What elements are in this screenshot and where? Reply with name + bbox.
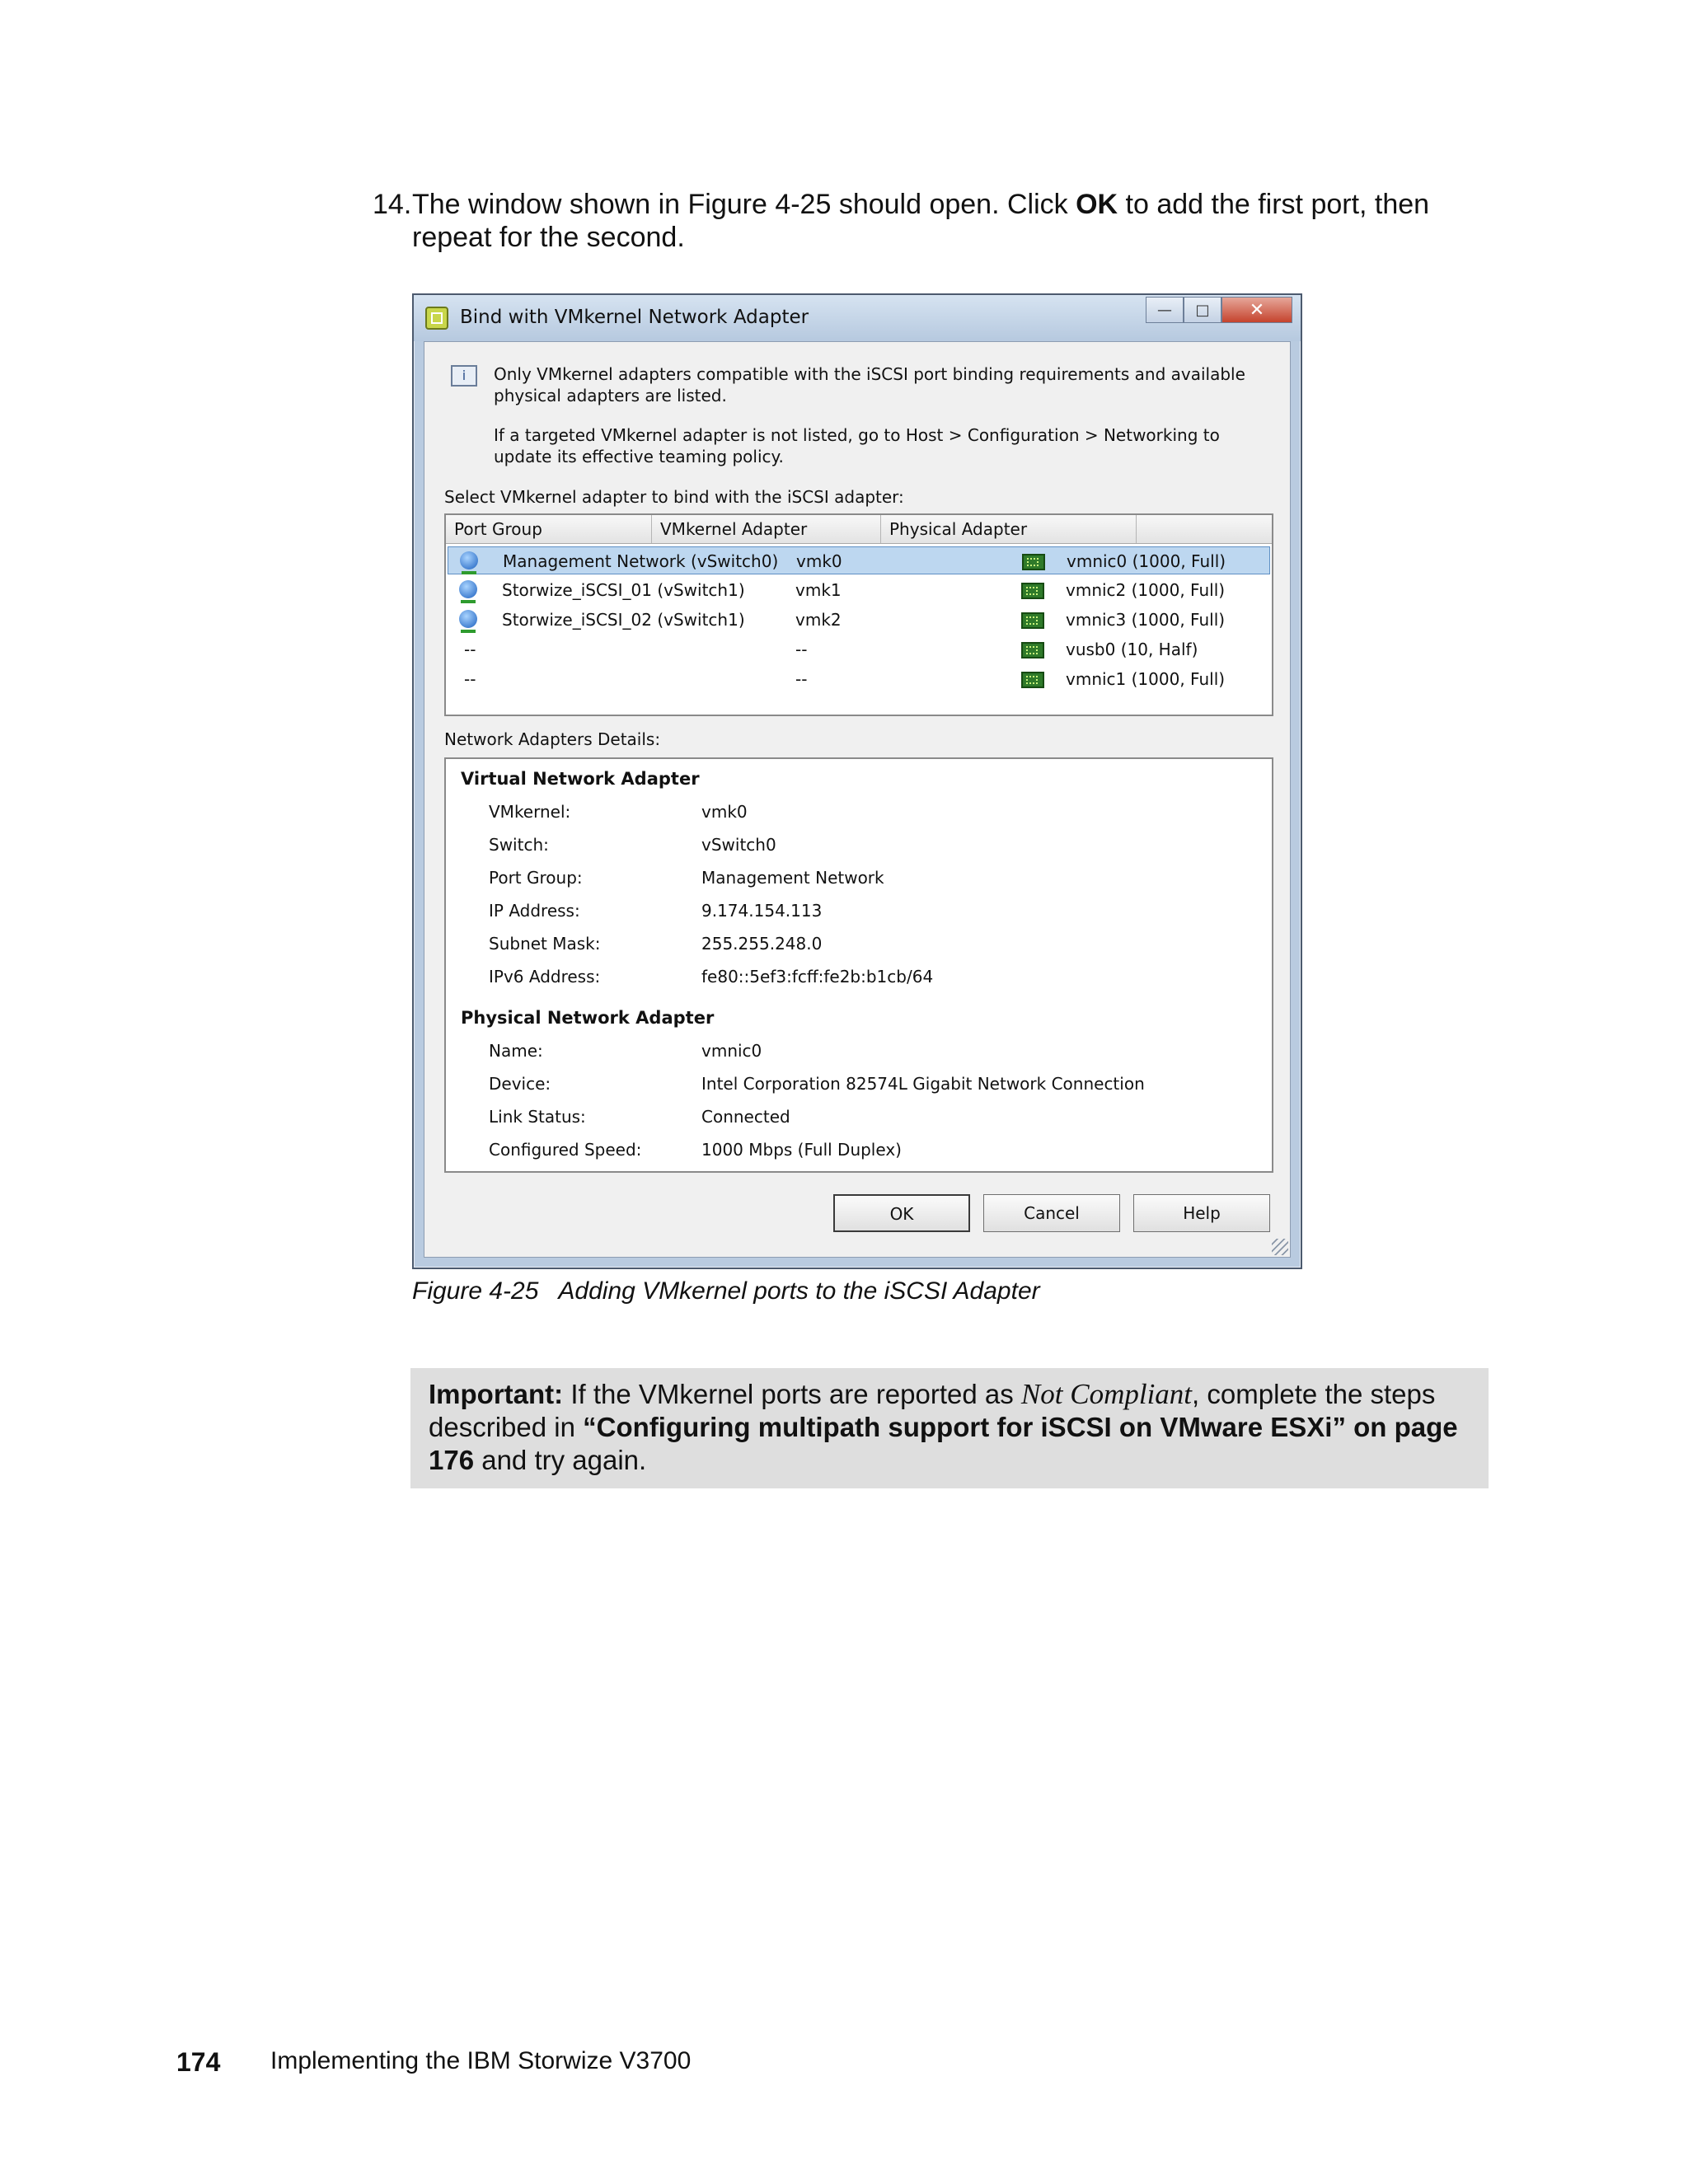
detail-label: VMkernel: (489, 802, 571, 822)
detail-value: Management Network (701, 868, 884, 888)
important-label: Important: (429, 1379, 564, 1409)
adapter-table: Port Group VMkernel Adapter Physical Ada… (444, 513, 1273, 716)
port-group-icon (459, 580, 477, 603)
detail-label: Link Status: (489, 1107, 586, 1127)
physical-adapter-cell: vmnic2 (1000, Full) (1066, 580, 1226, 600)
figure-caption: Figure 4-25 Adding VMkernel ports to the … (412, 1277, 1040, 1305)
dialog-body: i Only VMkernel adapters compatible with… (424, 341, 1291, 1258)
port-group-cell: Storwize_iSCSI_02 (vSwitch1) (502, 610, 745, 630)
important-note: Important: If the VMkernel ports are rep… (410, 1368, 1489, 1488)
table-header: Port Group VMkernel Adapter Physical Ada… (446, 515, 1272, 544)
port-group-cell: Storwize_iSCSI_01 (vSwitch1) (502, 580, 745, 600)
vmkernel-cell: -- (795, 669, 808, 689)
nic-icon (1021, 672, 1044, 688)
detail-value: vSwitch0 (701, 835, 776, 855)
maximize-button[interactable]: □ (1184, 297, 1221, 323)
physical-adapter-cell: vmnic0 (1000, Full) (1067, 551, 1226, 571)
physical-adapter-cell: vmnic3 (1000, Full) (1066, 610, 1226, 630)
step-14: 14. The window shown in Figure 4-25 shou… (373, 188, 1510, 254)
select-adapter-label: Select VMkernel adapter to bind with the… (444, 487, 904, 507)
detail-value: fe80::5ef3:fcff:fe2b:b1cb/64 (701, 967, 934, 987)
details-label: Network Adapters Details: (444, 729, 661, 749)
vmkernel-cell: -- (795, 640, 808, 659)
table-row[interactable]: Storwize_iSCSI_01 (vSwitch1) vmk1 vmnic2… (448, 576, 1270, 604)
nic-icon (1022, 554, 1045, 570)
table-row[interactable]: -- -- vusb0 (10, Half) (448, 635, 1270, 663)
title-bar[interactable]: Bind with VMkernel Network Adapter — □ ✕ (414, 295, 1301, 341)
detail-label: IPv6 Address: (489, 967, 601, 987)
vmkernel-cell: vmk2 (795, 610, 842, 630)
vsphere-app-icon (425, 307, 448, 330)
port-group-cell: -- (464, 640, 476, 659)
detail-value: 9.174.154.113 (701, 901, 823, 921)
nic-icon (1021, 642, 1044, 658)
detail-label: Port Group: (489, 868, 583, 888)
table-row[interactable]: Management Network (vSwitch0) vmk0 vmnic… (448, 546, 1270, 574)
cancel-button[interactable]: Cancel (983, 1194, 1120, 1232)
physical-adapter-cell: vmnic1 (1000, Full) (1066, 669, 1226, 689)
detail-label: Name: (489, 1041, 543, 1061)
detail-label: Device: (489, 1074, 551, 1094)
dialog-title: Bind with VMkernel Network Adapter (460, 307, 809, 328)
nic-icon (1021, 612, 1044, 629)
figure-number: Figure 4-25 (412, 1277, 539, 1305)
vmkernel-cell: vmk0 (796, 551, 842, 571)
detail-label: Configured Speed: (489, 1140, 642, 1160)
adapter-details-panel: Virtual Network Adapter VMkernel: vmk0 S… (444, 757, 1273, 1173)
window-controls: — □ ✕ (1146, 297, 1292, 325)
virtual-adapter-heading: Virtual Network Adapter (461, 769, 700, 789)
minimize-button[interactable]: — (1146, 297, 1184, 323)
detail-value: vmk0 (701, 802, 748, 822)
physical-adapter-heading: Physical Network Adapter (461, 1008, 715, 1028)
close-button[interactable]: ✕ (1221, 297, 1292, 323)
port-group-icon (459, 610, 477, 633)
info-text-compatible: Only VMkernel adapters compatible with t… (494, 364, 1245, 405)
detail-value: 1000 Mbps (Full Duplex) (701, 1140, 902, 1160)
table-row[interactable]: Storwize_iSCSI_02 (vSwitch1) vmk2 vmnic3… (448, 606, 1270, 634)
column-physical-adapter[interactable]: Physical Adapter (881, 515, 1137, 543)
port-group-cell: Management Network (vSwitch0) (503, 551, 779, 571)
ok-button[interactable]: OK (833, 1194, 970, 1232)
info-icon: i (451, 365, 477, 387)
port-group-icon (460, 551, 478, 574)
ok-emphasis: OK (1076, 189, 1118, 220)
column-port-group[interactable]: Port Group (446, 515, 652, 543)
detail-label: IP Address: (489, 901, 580, 921)
book-title: Implementing the IBM Storwize V3700 (270, 2047, 692, 2074)
column-vmkernel-adapter[interactable]: VMkernel Adapter (652, 515, 881, 543)
detail-label: Subnet Mask: (489, 934, 601, 954)
figure-title: Adding VMkernel ports to the iSCSI Adapt… (558, 1277, 1040, 1305)
nic-icon (1021, 583, 1044, 599)
not-compliant-term: Not Compliant (1020, 1378, 1193, 1410)
help-button[interactable]: Help (1133, 1194, 1270, 1232)
table-row[interactable]: -- -- vmnic1 (1000, Full) (448, 665, 1270, 693)
bind-vmkernel-dialog: Bind with VMkernel Network Adapter — □ ✕… (412, 293, 1302, 1269)
step-text: The window shown in Figure 4-25 should o… (412, 189, 1430, 253)
detail-value: Intel Corporation 82574L Gigabit Network… (701, 1074, 1145, 1094)
port-group-cell: -- (464, 669, 476, 689)
vmkernel-cell: vmk1 (795, 580, 842, 600)
resize-grip-icon[interactable] (1272, 1239, 1288, 1255)
step-number: 14. (373, 189, 412, 220)
physical-adapter-cell: vusb0 (10, Half) (1066, 640, 1198, 659)
detail-value: 255.255.248.0 (701, 934, 823, 954)
info-text-not-listed: If a targeted VMkernel adapter is not li… (494, 425, 1220, 466)
detail-value: vmnic0 (701, 1041, 762, 1061)
detail-value: Connected (701, 1107, 790, 1127)
detail-label: Switch: (489, 835, 549, 855)
page-number: 174 (176, 2047, 221, 2077)
